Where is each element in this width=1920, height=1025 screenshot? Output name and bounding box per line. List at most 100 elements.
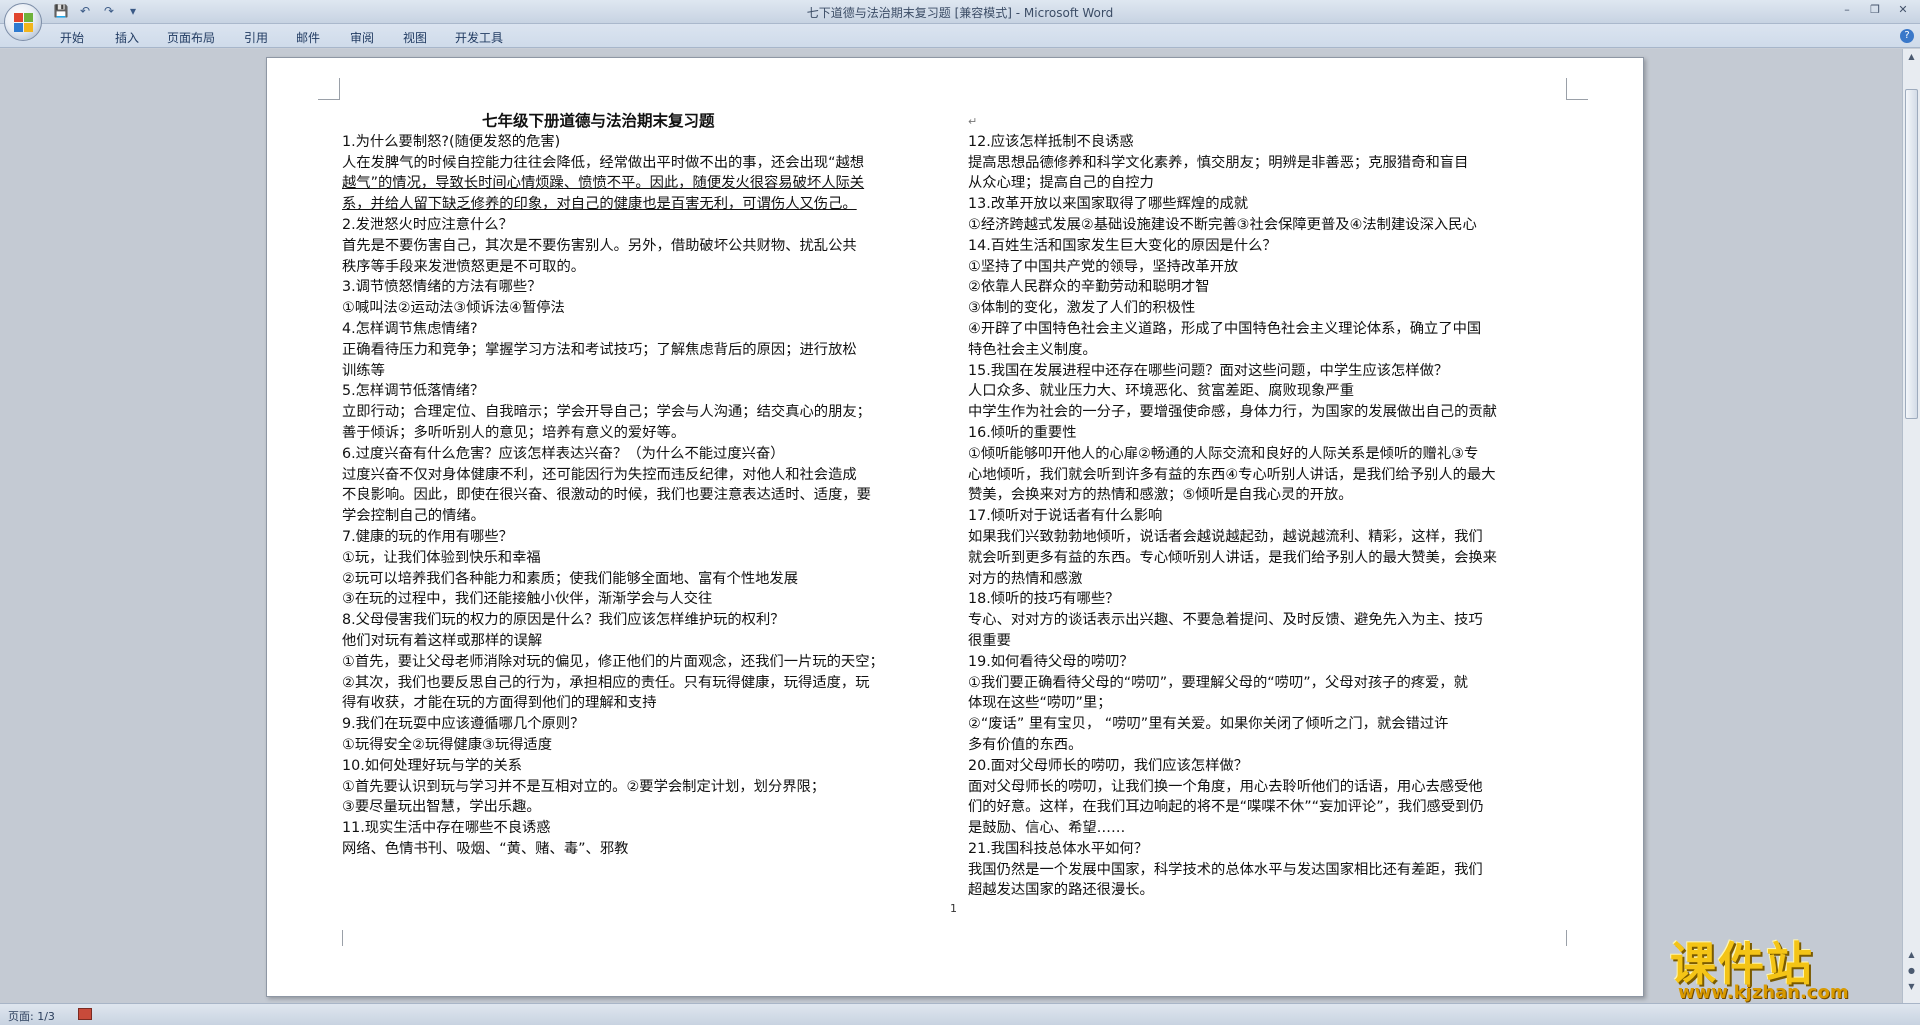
tab-page-layout[interactable]: 页面布局 xyxy=(167,29,215,46)
document-line: 17.倾听对于说话者有什么影响 xyxy=(968,508,1163,525)
document-line: 人在发脾气的时候自控能力往往会降低，经常做出平时做不出的事，还会出现“越想 xyxy=(342,154,865,171)
document-line: 1.为什么要制怒?(随便发怒的危害) xyxy=(342,133,561,150)
document-line: 5.怎样调节低落情绪？ xyxy=(342,383,485,400)
tab-view[interactable]: 视图 xyxy=(403,29,427,46)
right-column[interactable]: ↵ 12.应该怎样抵制不良诱惑 提高思想品德修养和科学文化素养，慎交朋友；明辨是… xyxy=(968,111,1568,901)
tab-insert[interactable]: 插入 xyxy=(115,29,139,46)
tab-developer[interactable]: 开发工具 xyxy=(455,29,503,46)
document-line: 8.父母侵害我们玩的权力的原因是什么？我们应该怎样维护玩的权利？ xyxy=(342,612,785,629)
document-line: 不良影响。因此，即使在很兴奋、很激动的时候，我们也要注意表达适时、适度，要 xyxy=(342,487,871,504)
document-line: ②依靠人民群众的辛勤劳动和聪明才智 xyxy=(968,279,1210,296)
document-line: 对方的热情和感激 xyxy=(968,570,1083,587)
document-line: 我国仍然是一个发展中国家，科学技术的总体水平与发达国家相比还有差距，我们 xyxy=(968,861,1483,878)
scrollbar-thumb[interactable] xyxy=(1905,89,1918,419)
help-icon[interactable]: ? xyxy=(1900,29,1914,43)
document-line: 11.现实生活中存在哪些不良诱惑 xyxy=(342,820,551,837)
document-line: ③在玩的过程中，我们还能接触小伙伴，渐渐学会与人交往 xyxy=(342,591,713,608)
document-line: 18.倾听的技巧有哪些？ xyxy=(968,591,1120,608)
document-line: 是鼓励、信心、希望…… xyxy=(968,820,1126,837)
document-line: ①我们要正确看待父母的“唠叨”，要理解父母的“唠叨”，父母对孩子的疼爱，就 xyxy=(968,674,1468,691)
document-line: 14.百姓生活和国家发生巨大变化的原因是什么？ xyxy=(968,237,1277,254)
document-line: ①首先要认识到玩与学习并不是互相对立的。②要学会制定计划，划分界限； xyxy=(342,778,826,795)
document-line: 提高思想品德修养和科学文化素养，慎交朋友；明辨是非善恶；克服猎奇和盲目 xyxy=(968,154,1469,171)
document-line: 立即行动；合理定位、自我暗示；学会开导自己；学会与人沟通；结交真心的朋友； xyxy=(342,404,871,421)
document-line: 得有收获，才能在玩的方面得到他们的理解和支持 xyxy=(342,695,657,712)
scroll-up-icon[interactable]: ▲ xyxy=(1905,51,1918,63)
document-line: 就会听到更多有益的东西。专心倾听别人讲话，是我们给予别人的最大赞美，会换来 xyxy=(968,549,1497,566)
document-line: ①坚持了中国共产党的领导，坚持改革开放 xyxy=(968,258,1239,275)
document-line: 网络、色情书刊、吸烟、“黄、赌、毒”、邪教 xyxy=(342,840,629,857)
paragraph-mark: ↵ xyxy=(968,115,978,128)
document-line: 训练等 xyxy=(342,362,385,379)
title-bar: 💾 ↶ ↷ ▾ 七下道德与法治期末复习题 [兼容模式] - Microsoft … xyxy=(0,0,1920,24)
document-line: ①玩，让我们体验到快乐和幸福 xyxy=(342,549,541,566)
document-line: 体现在这些“唠叨”里； xyxy=(968,695,1112,712)
document-line: 12.应该怎样抵制不良诱惑 xyxy=(968,133,1134,150)
tab-mailings[interactable]: 邮件 xyxy=(296,29,320,46)
document-line: 专心、对对方的谈话表示出兴趣、不要急着提问、及时反馈、避免先入为主、技巧 xyxy=(968,612,1483,629)
document-line: ①玩得安全②玩得健康③玩得适度 xyxy=(342,736,553,753)
watermark-url: www.kjzhan.com xyxy=(1678,982,1849,1003)
document-line: 16.倾听的重要性 xyxy=(968,424,1077,441)
document-line: 多有价值的东西。 xyxy=(968,736,1083,753)
tab-review[interactable]: 审阅 xyxy=(350,29,374,46)
margin-mark xyxy=(342,930,343,946)
document-line: 7.健康的玩的作用有哪些？ xyxy=(342,528,513,545)
office-button[interactable] xyxy=(4,3,42,41)
document-title: 七年级下册道德与法治期末复习题 xyxy=(482,112,715,130)
document-line: 首先是不要伤害自己，其次是不要伤害别人。另外，借助破坏公共财物、扰乱公共 xyxy=(342,237,857,254)
document-line: ②“废话” 里有宝贝， “唠叨”里有关爱。如果你关闭了倾听之门，就会错过许 xyxy=(968,716,1449,733)
document-line: 越气”的情况，导致长时间心情烦躁、愤愤不平。因此，随便发火很容易破坏人际关 xyxy=(342,175,865,192)
tab-home[interactable]: 开始 xyxy=(60,29,84,46)
document-line: 学会控制自己的情绪。 xyxy=(342,508,485,525)
document-line: ①倾听能够叩开他人的心扉②畅通的人际交流和良好的人际关系是倾听的赠礼③专 xyxy=(968,445,1479,462)
ribbon-tabs: 开始 插入 页面布局 引用 邮件 审阅 视图 开发工具 ? xyxy=(0,24,1920,48)
document-line: ③要尽量玩出智慧，学出乐趣。 xyxy=(342,799,541,816)
document-line: 6.过度兴奋有什么危害？应该怎样表达兴奋？（为什么不能过度兴奋） xyxy=(342,445,785,462)
status-bar: 页面: 1/3 xyxy=(0,1003,1920,1025)
macro-recording-icon[interactable] xyxy=(78,1008,92,1020)
document-line: 他们对玩有着这样或那样的误解 xyxy=(342,632,543,649)
document-line: 中学生作为社会的一分子，要增强使命感，身体力行，为国家的发展做出自己的贡献 xyxy=(968,404,1497,421)
page-number: 1 xyxy=(950,902,957,915)
document-line: 们的好意。这样，在我们耳边响起的将不是“喋喋不休”“妄加评论”，我们感受到仍 xyxy=(968,799,1484,816)
document-line: ①经济跨越式发展②基础设施建设不断完善③社会保障更普及④法制建设深入民心 xyxy=(968,216,1477,233)
vertical-scrollbar[interactable]: ▲ ▲ ● ▼ xyxy=(1902,49,1920,1003)
document-line: ①喊叫法②运动法③倾诉法④暂停法 xyxy=(342,300,565,317)
document-line: 20.面对父母师长的唠叨，我们应该怎样做？ xyxy=(968,757,1249,774)
minimize-icon[interactable]: – xyxy=(1834,1,1860,19)
document-line: 4.怎样调节焦虑情绪? xyxy=(342,320,478,337)
window-title: 七下道德与法治期末复习题 [兼容模式] - Microsoft Word xyxy=(806,6,1114,20)
tab-references[interactable]: 引用 xyxy=(244,29,268,46)
document-line: 过度兴奋不仅对身体健康不利，还可能因行为失控而违反纪律，对他人和社会造成 xyxy=(342,466,857,483)
document-line: 13.改革开放以来国家取得了哪些辉煌的成就 xyxy=(968,196,1249,213)
document-line: 如果我们兴致勃勃地倾听，说话者会越说越起劲，越说越流利、精彩，这样，我们 xyxy=(968,528,1483,545)
document-line: 善于倾诉；多听听别人的意见；培养有意义的爱好等。 xyxy=(342,424,686,441)
document-line: 很重要 xyxy=(968,632,1011,649)
margin-mark xyxy=(1566,930,1567,946)
site-watermark: 课件站 www.kjzhan.com xyxy=(1670,928,1910,1006)
document-line: 2.发泄怒火时应注意什么？ xyxy=(342,216,513,233)
document-line: 21.我国科技总体水平如何？ xyxy=(968,840,1149,857)
document-line: 面对父母师长的唠叨，让我们换一个角度，用心去聆听他们的话语，用心去感受他 xyxy=(968,778,1483,795)
margin-mark xyxy=(1566,78,1588,100)
document-line: 从众心理；提高自己的自控力 xyxy=(968,175,1154,192)
document-line: 超越发达国家的路还很漫长。 xyxy=(968,882,1154,899)
document-line: 9.我们在玩耍中应该遵循哪几个原则？ xyxy=(342,716,585,733)
document-line: 人口众多、就业压力大、环境恶化、贫富差距、腐败现象严重 xyxy=(968,383,1355,400)
document-line: ②玩可以培养我们各种能力和素质；使我们能够全面地、富有个性地发展 xyxy=(342,570,799,587)
restore-icon[interactable]: ❐ xyxy=(1862,1,1888,19)
left-column[interactable]: 七年级下册道德与法治期末复习题 1.为什么要制怒?(随便发怒的危害) 人在发脾气… xyxy=(342,111,942,860)
document-line: 10.如何处理好玩与学的关系 xyxy=(342,757,523,774)
document-line: 秩序等手段来发泄愤怒更是不可取的。 xyxy=(342,258,586,275)
document-line: 正确看待压力和竞争；掌握学习方法和考试技巧；了解焦虑背后的原因；进行放松 xyxy=(342,341,857,358)
close-icon[interactable]: ✕ xyxy=(1890,1,1916,19)
document-line: 系，并给人留下缺乏修养的印象，对自己的健康也是百害无利，可谓伤人又伤己。 xyxy=(342,196,857,213)
document-line: ①首先，要让父母老师消除对玩的偏见，修正他们的片面观念，还我们一片玩的天空； xyxy=(342,653,884,670)
document-line: 心地倾听，我们就会听到许多有益的东西④专心听别人讲话，是我们给予别人的最大 xyxy=(968,466,1496,483)
window-controls: – ❐ ✕ xyxy=(1834,1,1916,19)
document-line: 特色社会主义制度。 xyxy=(968,341,1097,358)
document-line: 3.调节愤怒情绪的方法有哪些？ xyxy=(342,279,542,296)
page-indicator[interactable]: 页面: 1/3 xyxy=(8,1008,55,1024)
document-line: ②其次，我们也要反思自己的行为，承担相应的责任。只有玩得健康，玩得适度，玩 xyxy=(342,674,870,691)
